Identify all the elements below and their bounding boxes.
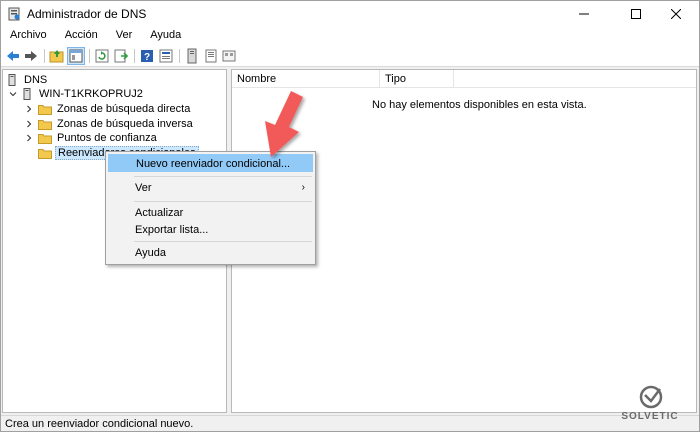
maximize-button[interactable] <box>621 1 651 27</box>
tree-label-dns: DNS <box>24 74 48 86</box>
menu-item-exportar-lista[interactable]: Exportar lista... <box>108 221 313 239</box>
submenu-arrow-icon: › <box>301 182 305 193</box>
back-icon[interactable] <box>5 48 21 64</box>
properties-icon[interactable] <box>158 48 174 64</box>
empty-list-message: No hay elementos disponibles en esta vis… <box>372 99 587 111</box>
folder-icon <box>38 148 52 159</box>
forward-icon[interactable] <box>23 48 39 64</box>
svg-text:?: ? <box>144 52 150 63</box>
menu-separator <box>134 176 312 177</box>
status-bar: Crea un reenviador condicional nuevo. <box>1 415 699 431</box>
minimize-icon <box>579 13 589 15</box>
menu-item-ver[interactable]: Ver › <box>108 179 313 197</box>
chevron-right-icon[interactable] <box>24 104 34 114</box>
menu-item-ver-label: Ver <box>135 182 152 194</box>
toolbar: ? <box>1 45 699 67</box>
minimize-button[interactable] <box>561 1 607 27</box>
tree-label-server: WIN-T1KRKOPRUJ2 <box>39 88 143 100</box>
list-header: Nombre Tipo <box>232 70 696 88</box>
menu-separator <box>134 201 312 202</box>
tree-node-server[interactable]: WIN-T1KRKOPRUJ2 <box>8 87 145 101</box>
folder-icon <box>38 133 52 144</box>
refresh-icon[interactable] <box>94 48 110 64</box>
menu-item-actualizar[interactable]: Actualizar <box>108 204 313 222</box>
dns-root-icon <box>8 74 16 86</box>
dns-manager-window: Administrador de DNS Archivo Acción Ver … <box>0 0 700 432</box>
menu-ayuda[interactable]: Ayuda <box>141 27 190 45</box>
tree-node-forward-lookup[interactable]: Zonas de búsqueda directa <box>24 102 192 116</box>
menu-accion[interactable]: Acción <box>56 27 107 45</box>
close-icon <box>671 9 681 19</box>
dns-app-icon <box>8 7 20 21</box>
tree-label-trust-points: Puntos de confianza <box>57 132 157 144</box>
title-bar: Administrador de DNS <box>1 1 699 27</box>
folder-icon <box>38 119 52 130</box>
help-icon[interactable]: ? <box>139 48 155 64</box>
menu-bar: Archivo Acción Ver Ayuda <box>1 27 699 45</box>
server-node-icon <box>23 88 31 100</box>
menu-ver[interactable]: Ver <box>107 27 142 45</box>
context-menu: Nuevo reenviador condicional... Ver › Ac… <box>105 151 316 265</box>
column-header-tipo[interactable]: Tipo <box>380 70 454 88</box>
menu-item-ayuda[interactable]: Ayuda <box>108 244 313 262</box>
forward-zone-icon[interactable] <box>221 48 237 64</box>
menu-separator <box>134 241 312 242</box>
maximize-icon <box>631 9 641 19</box>
tree-label-reverse-lookup: Zonas de búsqueda inversa <box>57 118 193 130</box>
menu-archivo[interactable]: Archivo <box>1 27 56 45</box>
console-tree-icon[interactable] <box>67 47 85 65</box>
chevron-right-icon[interactable] <box>24 133 34 143</box>
svg-text:SOLVETIC: SOLVETIC <box>621 411 678 422</box>
tree-label-forward-lookup: Zonas de búsqueda directa <box>57 103 191 115</box>
close-button[interactable] <box>653 1 699 27</box>
window-title: Administrador de DNS <box>27 7 147 21</box>
tree-node-trust-points[interactable]: Puntos de confianza <box>24 131 159 145</box>
column-header-nombre[interactable]: Nombre <box>232 70 380 88</box>
folder-icon <box>38 104 52 115</box>
tree-node-reverse-lookup[interactable]: Zonas de búsqueda inversa <box>24 117 195 131</box>
annotation-arrow-icon <box>265 91 303 157</box>
tree-node-dns[interactable]: DNS <box>6 73 49 87</box>
chevron-down-icon[interactable] <box>8 89 18 99</box>
lookup-icon[interactable] <box>203 48 219 64</box>
chevron-right-icon[interactable] <box>24 119 34 129</box>
up-folder-icon[interactable] <box>49 48 65 64</box>
solvetic-logo: SOLVETIC <box>621 385 678 422</box>
server-icon[interactable] <box>184 48 200 64</box>
status-text: Crea un reenviador condicional nuevo. <box>5 418 194 430</box>
export-list-icon[interactable] <box>113 48 129 64</box>
